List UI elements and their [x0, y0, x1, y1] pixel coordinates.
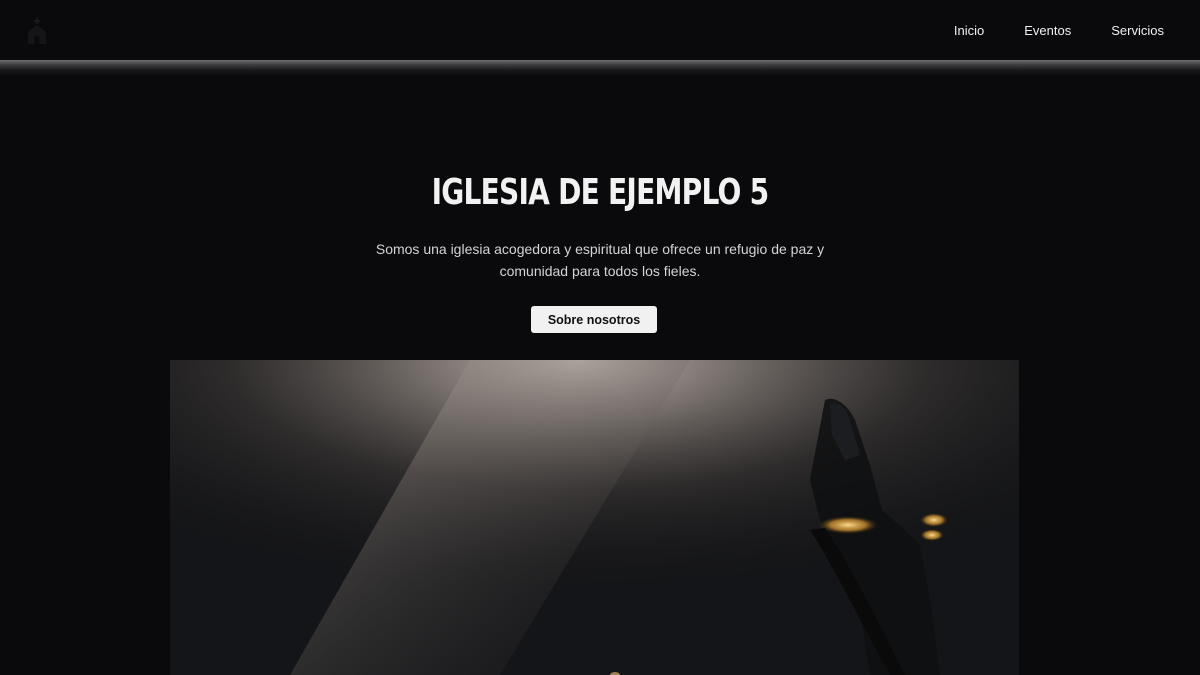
- main-nav: Inicio Eventos Servicios: [914, 0, 1164, 60]
- navbar: Inicio Eventos Servicios: [0, 0, 1200, 60]
- nav-link-servicios[interactable]: Servicios: [1111, 23, 1164, 38]
- nav-link-eventos[interactable]: Eventos: [1024, 23, 1071, 38]
- navbar-shadow: [0, 60, 1200, 76]
- hero-subtitle: Somos una iglesia acogedora y espiritual…: [375, 241, 825, 279]
- church-logo-icon[interactable]: [22, 16, 52, 46]
- hero-title: IGLESIA DE EJEMPLO 5: [431, 172, 770, 213]
- hero-photo: [170, 360, 1019, 675]
- nav-link-inicio[interactable]: Inicio: [954, 23, 984, 38]
- about-us-button[interactable]: Sobre nosotros: [531, 306, 657, 333]
